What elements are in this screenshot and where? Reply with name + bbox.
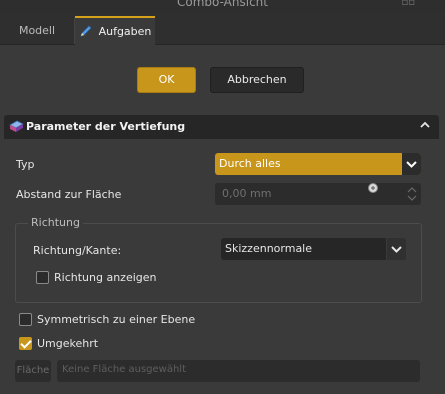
symmetric-label: Symmetrisch zu einer Ebene: [37, 313, 196, 326]
float-panel-icon[interactable]: ▫▫: [401, 0, 415, 8]
direction-edge-dropdown[interactable]: Skizzennormale: [221, 238, 406, 260]
panel-title: Parameter der Vertiefung: [26, 120, 186, 133]
spin-arrows-icon[interactable]: [405, 185, 419, 203]
type-dropdown[interactable]: Durch alles: [215, 153, 421, 175]
direction-edge-label: Richtung/Kante:: [33, 244, 122, 257]
show-direction-label: Richtung anzeigen: [54, 271, 157, 284]
distance-label: Abstand zur Fläche: [16, 188, 122, 201]
distance-value: 0,00 mm: [222, 187, 272, 200]
distance-spinbox[interactable]: 0,00 mm: [215, 183, 421, 205]
symmetric-checkbox[interactable]: [19, 313, 32, 326]
ok-button[interactable]: OK: [137, 67, 196, 93]
tab-modell[interactable]: Modell: [0, 18, 75, 44]
chevron-down-icon[interactable]: [402, 153, 421, 175]
tab-modell-label: Modell: [18, 24, 56, 37]
reversed-checkbox[interactable]: [19, 337, 32, 350]
type-dropdown-value: Durch alles: [219, 157, 281, 170]
pencil-icon: [79, 25, 92, 37]
reversed-label: Umgekehrt: [37, 337, 99, 350]
face-field-placeholder: Keine Fläche ausgewählt: [62, 364, 187, 375]
show-direction-checkbox[interactable]: [36, 271, 49, 284]
tab-bar: Modell Aufgaben: [0, 13, 445, 47]
pocket-feature-icon: [9, 120, 24, 132]
face-select-button[interactable]: Fläche: [15, 360, 51, 382]
collapse-chevron-up-icon[interactable]: [419, 119, 431, 131]
tab-aufgaben-label: Aufgaben: [98, 25, 152, 38]
chevron-down-icon[interactable]: [386, 238, 406, 260]
tab-aufgaben[interactable]: Aufgaben: [75, 16, 155, 47]
window-titlebar: Combo-Ansicht ▫▫: [0, 0, 445, 13]
direction-edge-value: Skizzennormale: [225, 242, 313, 255]
face-field[interactable]: Keine Fläche ausgewählt: [57, 360, 420, 382]
direction-group-title: Richtung: [28, 216, 83, 229]
window-title: Combo-Ansicht: [177, 0, 268, 9]
type-label: Typ: [16, 158, 35, 171]
direction-groupbox: [15, 223, 422, 303]
parameters-panel-header[interactable]: Parameter der Vertiefung: [4, 115, 439, 139]
cancel-button[interactable]: Abbrechen: [210, 67, 304, 93]
mouse-cursor-icon: [368, 183, 378, 193]
